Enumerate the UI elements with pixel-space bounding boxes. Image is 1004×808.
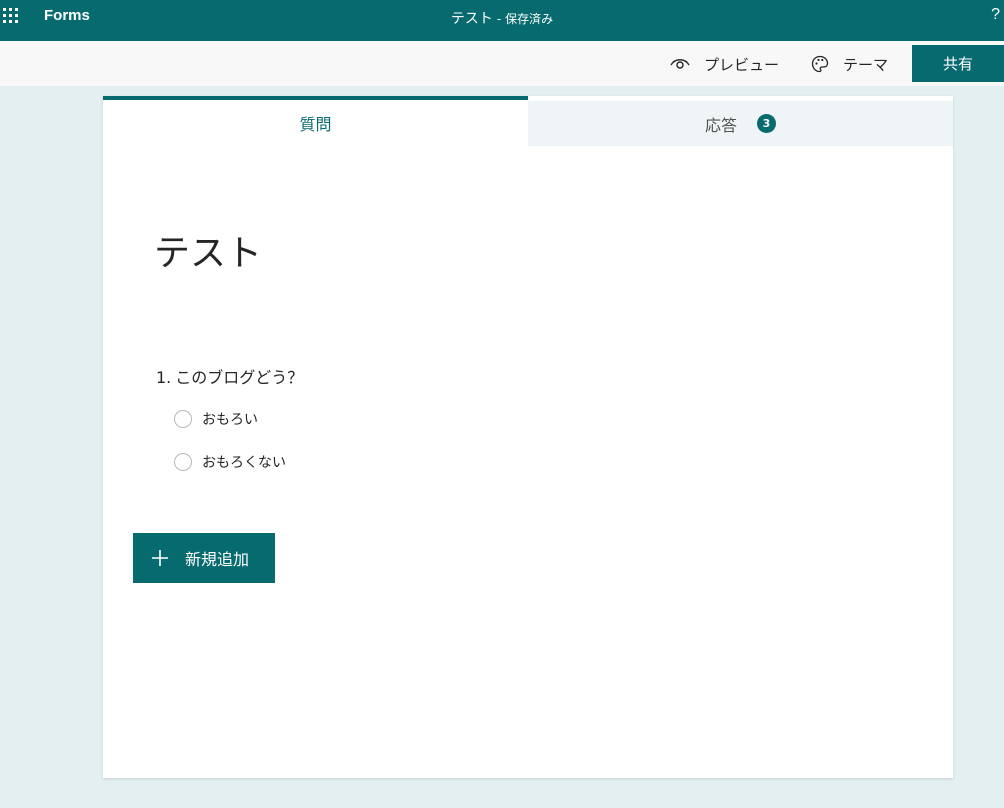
radio-button[interactable] bbox=[174, 453, 192, 471]
option-omorokunai[interactable]: おもろくない bbox=[174, 452, 286, 472]
add-new-button[interactable]: 新規追加 bbox=[133, 533, 275, 583]
title-separator: - bbox=[496, 12, 502, 26]
option-label: おもろくない bbox=[202, 455, 286, 471]
document-title: テスト bbox=[450, 11, 493, 27]
option-omoroi[interactable]: おもろい bbox=[174, 409, 258, 429]
tab-responses-label: 応答 bbox=[704, 115, 737, 135]
responses-count-badge: 3 bbox=[757, 114, 776, 133]
eye-icon bbox=[670, 59, 690, 69]
preview-button[interactable]: プレビュー bbox=[670, 54, 779, 74]
theme-label: テーマ bbox=[843, 55, 889, 74]
option-label: おもろい bbox=[202, 412, 258, 428]
command-bar: プレビュー テーマ 共有 bbox=[0, 41, 1004, 86]
share-button[interactable]: 共有 bbox=[912, 45, 1004, 82]
form-tabs: 質問 応答 3 bbox=[103, 96, 953, 146]
add-new-label: 新規追加 bbox=[185, 550, 250, 569]
tab-questions-label: 質問 bbox=[299, 115, 332, 134]
theme-button[interactable]: テーマ bbox=[811, 54, 888, 74]
form-card: 質問 応答 3 テスト 1. このブログどう？ おもろい おもろくない 新規追加 bbox=[103, 96, 953, 778]
form-title[interactable]: テスト bbox=[154, 224, 262, 276]
question-number: 1. bbox=[156, 368, 172, 387]
help-button[interactable]: ? bbox=[991, 6, 1000, 24]
radio-button[interactable] bbox=[174, 410, 192, 428]
question-1[interactable]: 1. このブログどう？ bbox=[156, 364, 303, 388]
palette-icon bbox=[811, 55, 829, 73]
plus-icon bbox=[152, 550, 168, 566]
preview-label: プレビュー bbox=[704, 55, 780, 74]
document-title-bar: テスト - 保存済み bbox=[0, 8, 1004, 28]
tab-responses[interactable]: 応答 3 bbox=[528, 101, 953, 146]
tab-questions[interactable]: 質問 bbox=[103, 96, 528, 146]
save-status: 保存済み bbox=[505, 12, 554, 26]
question-text: このブログどう？ bbox=[175, 368, 304, 387]
app-header: Forms テスト - 保存済み ? bbox=[0, 0, 1004, 41]
